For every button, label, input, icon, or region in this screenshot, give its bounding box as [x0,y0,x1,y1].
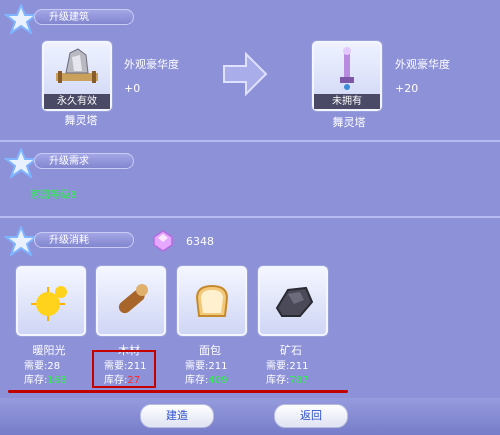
section-title-upgrade-cost: 升级消耗 [34,232,134,248]
tower-icon [340,47,354,90]
next-building-name: 舞灵塔 [332,116,366,129]
resource-stats: 需要:211 库存:409 [185,361,228,386]
resource-stats: 需要:28 库存:168 [24,361,67,386]
resource-bread[interactable] [177,266,247,336]
resource-sunlight[interactable] [16,266,86,336]
highlight-box [92,350,156,388]
highlight-underline [8,390,348,393]
next-building-status: 未拥有 [314,94,380,109]
next-building-card[interactable]: 未拥有 [312,41,382,111]
next-attr-label: 外观豪华度 [395,58,450,71]
current-building-card[interactable]: 永久有效 [42,41,112,111]
resource-name: 矿石 [280,344,302,357]
back-button[interactable]: 返回 [274,404,348,428]
resource-name: 暖阳光 [32,344,66,357]
footer-decoration [0,398,500,435]
current-attr-label: 外观豪华度 [124,58,179,71]
wood-icon [118,284,148,314]
build-button[interactable]: 建造 [140,404,214,428]
section-title-upgrade-requirement: 升级需求 [34,153,134,169]
resource-wood[interactable] [96,266,166,336]
arrow-right-icon [223,52,268,96]
bread-icon [195,284,229,317]
resource-name: 面包 [199,344,221,357]
next-attr-value: +20 [395,82,419,95]
crystal-icon [153,230,173,252]
resource-ore[interactable] [258,266,328,336]
current-building-name: 舞灵塔 [64,114,98,127]
section-title-upgrade-building: 升级建筑 [34,9,134,25]
ore-icon [275,286,314,317]
star-icon [4,148,38,178]
star-icon [4,4,38,34]
current-attr-value: +0 [124,82,141,95]
resource-stats: 需要:211 库存:787 [266,361,309,386]
sun-icon [31,286,67,321]
requirement-text: 家园等级8 [30,190,77,201]
crystal-amount: 6348 [186,235,214,248]
tower-icon [56,48,98,83]
star-icon [4,226,38,256]
current-building-status: 永久有效 [44,94,110,109]
